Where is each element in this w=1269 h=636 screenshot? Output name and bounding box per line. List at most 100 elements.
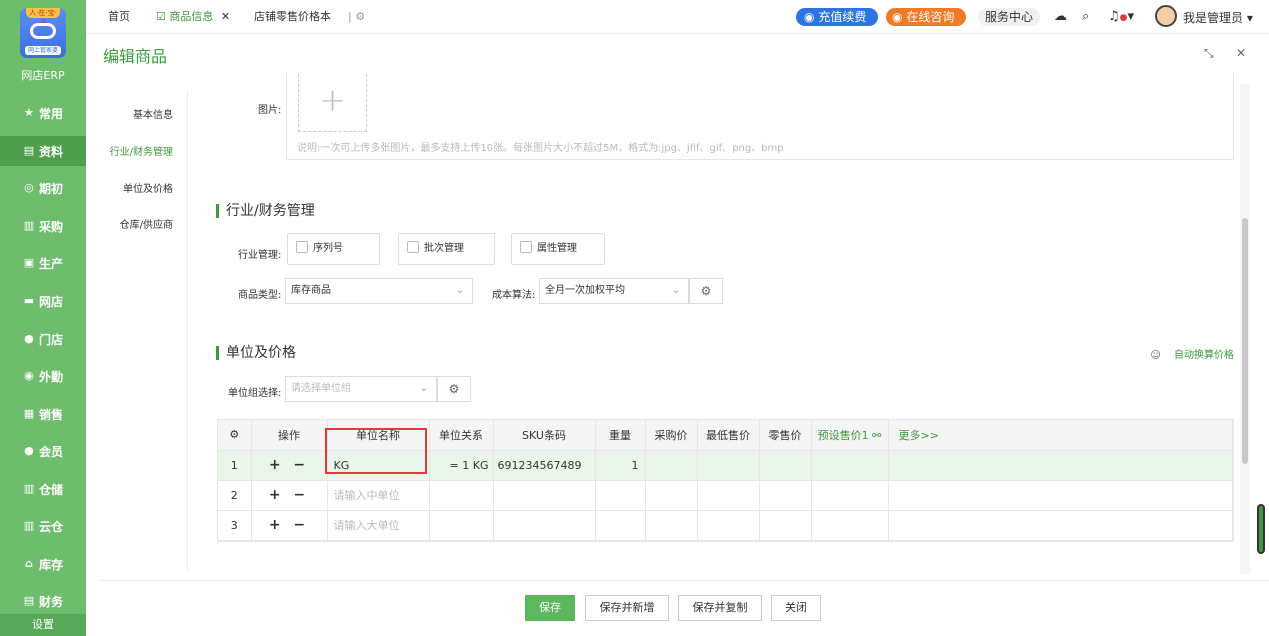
admin-menu[interactable]: 我是管理员 ▾: [1183, 9, 1253, 26]
unit-name-cell[interactable]: 请输入大单位: [327, 510, 430, 541]
settings-button[interactable]: 设置: [0, 614, 86, 636]
preset-price-cell[interactable]: [811, 480, 889, 511]
save-and-copy-button[interactable]: 保存并复制: [678, 595, 762, 621]
sidebar-item-label: 库存: [38, 557, 63, 572]
sidebar-item-field[interactable]: ◉ 外勤: [0, 361, 86, 391]
auto-convert-price-link[interactable]: ☺ 自动换算价格: [1150, 346, 1234, 361]
close-button[interactable]: 关闭: [771, 595, 821, 621]
sidebar-item-production[interactable]: ▣ 生产: [0, 248, 86, 278]
min-price-cell[interactable]: [697, 450, 760, 481]
retail-price-cell[interactable]: [759, 450, 812, 481]
search-icon[interactable]: ⌕: [1082, 8, 1089, 26]
unit-group-select[interactable]: 请选择单位组 ⌄: [285, 376, 437, 402]
tab-settings-icon[interactable]: | ⚙: [348, 0, 365, 34]
service-center-button[interactable]: 服务中心: [978, 8, 1040, 26]
upload-image-button[interactable]: +: [298, 74, 367, 132]
add-remove-icon[interactable]: + −: [269, 457, 309, 473]
sidebar-item-purchase[interactable]: ▥ 采购: [0, 211, 86, 241]
close-icon[interactable]: ✕: [221, 10, 230, 23]
app-logo[interactable]: 人·在·宝·卡 网上管家婆: [20, 8, 66, 66]
section-nav-industry[interactable]: 行业/财务管理: [110, 143, 173, 158]
purchase-price-cell[interactable]: [645, 450, 698, 481]
scrollbar-thumb[interactable]: [1242, 218, 1248, 464]
column-header: 零售价: [759, 420, 812, 451]
cloud-warehouse-icon: ▥: [23, 519, 35, 532]
purchase-price-cell[interactable]: [645, 510, 698, 541]
retail-price-cell[interactable]: [759, 510, 812, 541]
sku-cell[interactable]: 691234567489: [493, 450, 596, 481]
sidebar-item-inventory[interactable]: ⌂ 库存: [0, 549, 86, 579]
unit-name-cell[interactable]: 请输入中单位: [327, 480, 430, 511]
scrollbar[interactable]: [1240, 84, 1250, 574]
bell-icon[interactable]: ♫●▾: [1108, 8, 1134, 27]
gear-icon: ⚙: [229, 428, 240, 442]
sidebar-item-label: 生产: [38, 256, 63, 271]
more-columns-link[interactable]: 更多>>: [888, 420, 1233, 451]
weight-cell[interactable]: 1: [595, 450, 646, 481]
tab-home[interactable]: 首页: [108, 0, 130, 34]
preset-price-header[interactable]: 预设售价1 ⚯: [811, 420, 889, 451]
preset-price-cell[interactable]: [811, 510, 889, 541]
sidebar-item-cloud-warehouse[interactable]: ▥ 云仓: [0, 511, 86, 541]
sidebar-item-shop[interactable]: ● 门店: [0, 324, 86, 354]
avatar[interactable]: [1155, 5, 1177, 27]
serial-number-checkbox[interactable]: 序列号: [287, 233, 380, 265]
unit-group-settings-button[interactable]: ⚙: [437, 376, 471, 402]
unit-relation-cell[interactable]: = 1 KG: [429, 450, 494, 481]
collapse-icon[interactable]: ⤡: [1204, 46, 1214, 61]
tab-store-price-book[interactable]: 店铺零售价格本: [254, 0, 331, 34]
batch-mgmt-checkbox[interactable]: 批次管理: [398, 233, 495, 265]
tab-product-info[interactable]: ☑ 商品信息 ✕: [156, 0, 230, 34]
unit-relation-cell[interactable]: [429, 480, 494, 511]
table-row[interactable]: 3 + − 请输入大单位: [218, 510, 1233, 541]
weight-cell[interactable]: [595, 510, 646, 541]
row-actions[interactable]: + −: [251, 480, 328, 511]
side-drag-handle[interactable]: [1257, 504, 1265, 554]
section-nav-basic[interactable]: 基本信息: [133, 106, 173, 121]
sidebar-item-initial[interactable]: ◎ 期初: [0, 173, 86, 203]
table-row[interactable]: 2 + − 请输入中单位: [218, 480, 1233, 511]
sidebar-item-storage[interactable]: ▥ 仓储: [0, 474, 86, 504]
preset-price-cell[interactable]: [811, 450, 889, 481]
add-remove-icon[interactable]: + −: [269, 487, 309, 503]
row-actions[interactable]: + −: [251, 510, 328, 541]
sidebar-item-label: 会员: [38, 444, 63, 459]
cost-method-select[interactable]: 全月一次加权平均 ⌄: [539, 278, 689, 304]
sidebar-item-data[interactable]: ▤ 资料: [0, 136, 86, 166]
purchase-price-cell[interactable]: [645, 480, 698, 511]
logo-badge: 网上管家婆: [25, 46, 61, 55]
sidebar-item-sales[interactable]: ▦ 销售: [0, 399, 86, 429]
cloud-icon: [30, 23, 56, 39]
sidebar-item-online-store[interactable]: ▬ 网店: [0, 286, 86, 316]
save-and-new-button[interactable]: 保存并新增: [585, 595, 669, 621]
close-icon[interactable]: ✕: [1236, 46, 1246, 60]
min-price-cell[interactable]: [697, 510, 760, 541]
sku-cell[interactable]: [493, 510, 596, 541]
product-type-select[interactable]: 库存商品 ⌄: [285, 278, 473, 304]
min-price-cell[interactable]: [697, 480, 760, 511]
section-nav-units[interactable]: 单位及价格: [123, 180, 173, 195]
section-nav-warehouse[interactable]: 仓库/供应商: [120, 216, 173, 231]
column-header: 操作: [251, 420, 328, 451]
cost-settings-button[interactable]: ⚙: [689, 278, 723, 304]
weight-cell[interactable]: [595, 480, 646, 511]
sidebar-item-finance[interactable]: ▤ 财务: [0, 586, 86, 616]
save-button[interactable]: 保存: [525, 595, 575, 621]
sales-icon: ▦: [23, 407, 35, 420]
checkbox-label: 序列号: [313, 243, 343, 254]
row-actions[interactable]: + −: [251, 450, 328, 481]
sidebar-item-member[interactable]: ● 会员: [0, 436, 86, 466]
unit-relation-cell[interactable]: [429, 510, 494, 541]
sku-cell[interactable]: [493, 480, 596, 511]
consult-button[interactable]: ◉ 在线咨询: [886, 8, 966, 26]
add-remove-icon[interactable]: + −: [269, 517, 309, 533]
cloud-icon[interactable]: ☁: [1054, 8, 1067, 26]
sidebar-item-common[interactable]: ★ 常用: [0, 98, 86, 128]
retail-price-cell[interactable]: [759, 480, 812, 511]
recharge-button[interactable]: ◉ 充值续费: [796, 8, 878, 26]
column-settings-header[interactable]: ⚙: [218, 420, 252, 451]
tab-icon: ☑: [156, 10, 166, 23]
unit-price-table: ⚙ 操作 单位名称 单位关系 SKU条码 重量 采购价 最低售价 零售价 预设售…: [217, 419, 1234, 542]
attribute-mgmt-checkbox[interactable]: 属性管理: [511, 233, 605, 265]
consult-label: 在线咨询: [906, 10, 955, 24]
